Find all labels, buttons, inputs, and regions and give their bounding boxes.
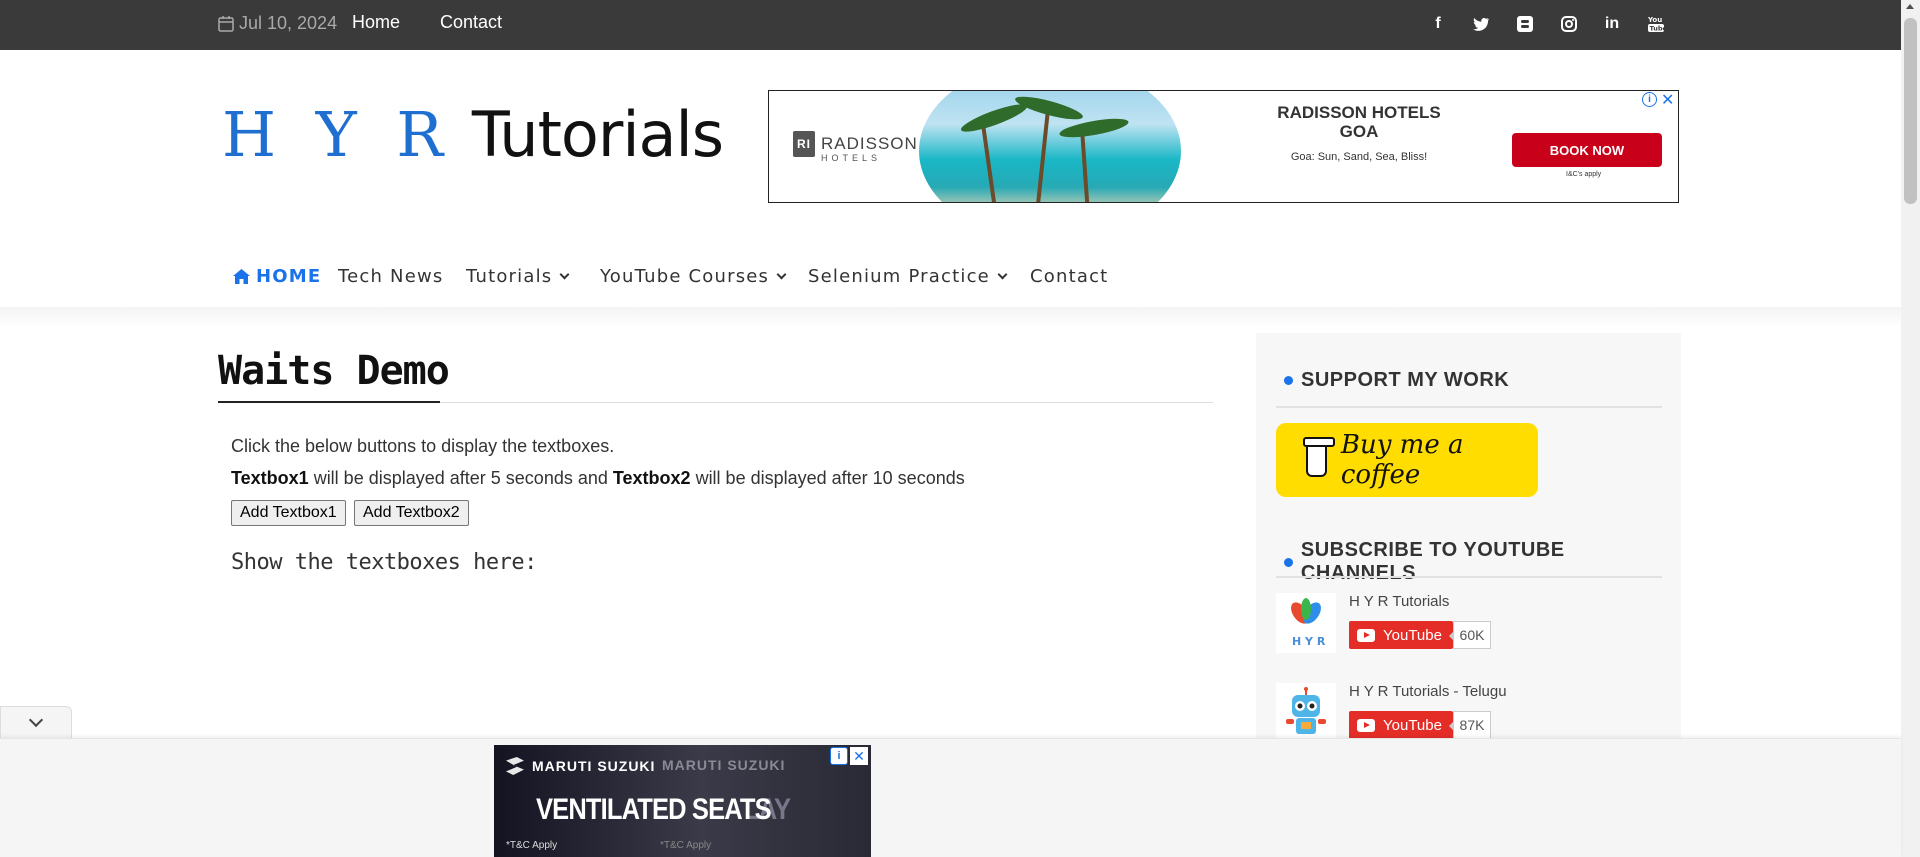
sidebar-divider	[1276, 576, 1662, 578]
date-display: Jul 10, 2024	[218, 13, 337, 34]
channel-avatar[interactable]	[1276, 683, 1336, 743]
nav-youtube-courses[interactable]: YouTube Courses	[600, 266, 787, 287]
top-banner-ad[interactable]: RI RADISSON HOTELS RADISSON HOTELS GOA G…	[768, 90, 1679, 203]
subscriber-count: 60K	[1449, 621, 1491, 649]
youtube-play-icon	[1357, 718, 1375, 732]
youtube-play-icon	[1357, 628, 1375, 642]
ad-close-icon[interactable]: ✕	[1661, 91, 1674, 110]
nav-contact[interactable]: Contact	[1030, 266, 1108, 287]
collapse-ad-button[interactable]	[0, 706, 72, 738]
scroll-up-icon[interactable]	[1906, 4, 1914, 9]
ad-book-now-button[interactable]: BOOK NOW	[1512, 133, 1662, 167]
ad-headline: RADISSON HOTELS GOA	[1277, 103, 1441, 141]
main-nav: HOME Tech News Tutorials YouTube Courses…	[0, 250, 1901, 307]
home-icon	[233, 269, 250, 284]
logo-tutorials: Tutorials	[471, 98, 724, 171]
chevron-down-icon	[28, 712, 44, 728]
youtube-subscribe-button[interactable]: YouTube	[1349, 711, 1453, 739]
youtube-channel-row: H Y R H Y R Tutorials YouTube 60K	[1276, 593, 1676, 653]
page-scrollbar[interactable]	[1901, 0, 1920, 857]
chevron-down-icon	[997, 269, 1008, 280]
nav-tech-news[interactable]: Tech News	[338, 266, 443, 287]
nav-tutorials[interactable]: Tutorials	[466, 266, 570, 287]
svg-text:Tube: Tube	[1650, 25, 1666, 33]
ad-brand-ghost: MARUTI SUZUKI	[662, 757, 786, 773]
logo-hyr: H Y R	[222, 98, 454, 171]
top-link-home[interactable]: Home	[352, 12, 400, 33]
add-textbox2-button[interactable]: Add Textbox2	[354, 500, 469, 526]
ad-info-icon[interactable]: i	[1642, 92, 1657, 107]
beach-photo	[919, 91, 1181, 202]
nav-shadow	[0, 307, 1901, 327]
ad-headline: VENTILATED SEATS	[536, 793, 772, 826]
twitter-icon[interactable]	[1470, 13, 1492, 35]
ad-terms-ghost: *T&C Apply	[660, 840, 712, 851]
ad-close-icon[interactable]: ✕	[850, 747, 868, 765]
radisson-logo-icon: RI	[793, 131, 815, 157]
top-link-contact[interactable]: Contact	[440, 12, 502, 33]
site-logo[interactable]: H Y R Tutorials	[222, 98, 724, 171]
blogger-icon[interactable]	[1514, 13, 1536, 35]
textbox-area-label: Show the textboxes here:	[231, 550, 537, 575]
top-bar: Jul 10, 2024 Home Contact f in You Tube	[0, 0, 1901, 50]
ad-brand: RI RADISSON HOTELS	[793, 131, 918, 163]
suzuki-logo-icon	[506, 757, 524, 775]
ad-terms: *T&C Apply	[506, 840, 558, 851]
title-underline	[218, 401, 440, 403]
ad-brand-sub: HOTELS	[821, 153, 882, 163]
sidebar: SUPPORT MY WORK Buy me a coffee SUBSCRIB…	[1256, 333, 1681, 743]
add-textbox1-button[interactable]: Add Textbox1	[231, 500, 346, 526]
channel-name[interactable]: H Y R Tutorials	[1349, 593, 1449, 610]
instructions-text: Click the below buttons to display the t…	[231, 436, 615, 456]
svg-text:H Y R: H Y R	[1292, 635, 1326, 648]
sidebar-divider	[1276, 406, 1662, 408]
buy-me-a-coffee-button[interactable]: Buy me a coffee	[1276, 423, 1538, 497]
scrollbar-thumb[interactable]	[1904, 18, 1917, 204]
youtube-channel-row: H Y R Tutorials - Telugu YouTube 87K	[1276, 683, 1676, 743]
date-text: Jul 10, 2024	[239, 13, 338, 33]
subscribe-heading: SUBSCRIBE TO YOUTUBE CHANNELS	[1284, 539, 1681, 585]
hyr-logo-icon: H Y R	[1291, 598, 1326, 648]
bullet-icon	[1284, 557, 1293, 567]
timing-text: Textbox1 will be displayed after 5 secon…	[231, 468, 965, 488]
bottom-ad-bar	[0, 738, 1901, 857]
channel-name[interactable]: H Y R Tutorials - Telugu	[1349, 683, 1507, 700]
linkedin-icon[interactable]: in	[1601, 13, 1623, 35]
calendar-icon	[218, 16, 234, 32]
coffee-cup-icon	[1303, 437, 1335, 477]
facebook-icon[interactable]: f	[1427, 13, 1449, 35]
channel-avatar[interactable]: H Y R	[1276, 593, 1336, 653]
instagram-icon[interactable]	[1558, 13, 1580, 35]
subscriber-count: 87K	[1449, 711, 1491, 739]
ad-fine-print: I&C's apply	[1566, 171, 1602, 178]
nav-selenium-practice[interactable]: Selenium Practice	[808, 266, 1008, 287]
ad-tagline: Goa: Sun, Sand, Sea, Bliss!	[1290, 151, 1428, 163]
chevron-down-icon	[559, 269, 570, 280]
support-heading: SUPPORT MY WORK	[1284, 369, 1509, 392]
svg-text:You: You	[1647, 16, 1662, 24]
ad-brand: MARUTI SUZUKI	[506, 757, 655, 775]
page-title: Waits Demo	[218, 348, 450, 394]
chevron-down-icon	[776, 269, 787, 280]
bullet-icon	[1284, 376, 1293, 385]
bottom-banner-ad[interactable]: MARUTI SUZUKI MARUTI SUZUKI LAY VENTILAT…	[494, 745, 871, 857]
robot-logo-icon	[1286, 687, 1326, 734]
youtube-subscribe-button[interactable]: YouTube	[1349, 621, 1453, 649]
nav-home[interactable]: HOME	[233, 266, 321, 287]
ad-info-icon[interactable]: i	[830, 747, 848, 765]
youtube-icon[interactable]: You Tube	[1645, 13, 1667, 35]
